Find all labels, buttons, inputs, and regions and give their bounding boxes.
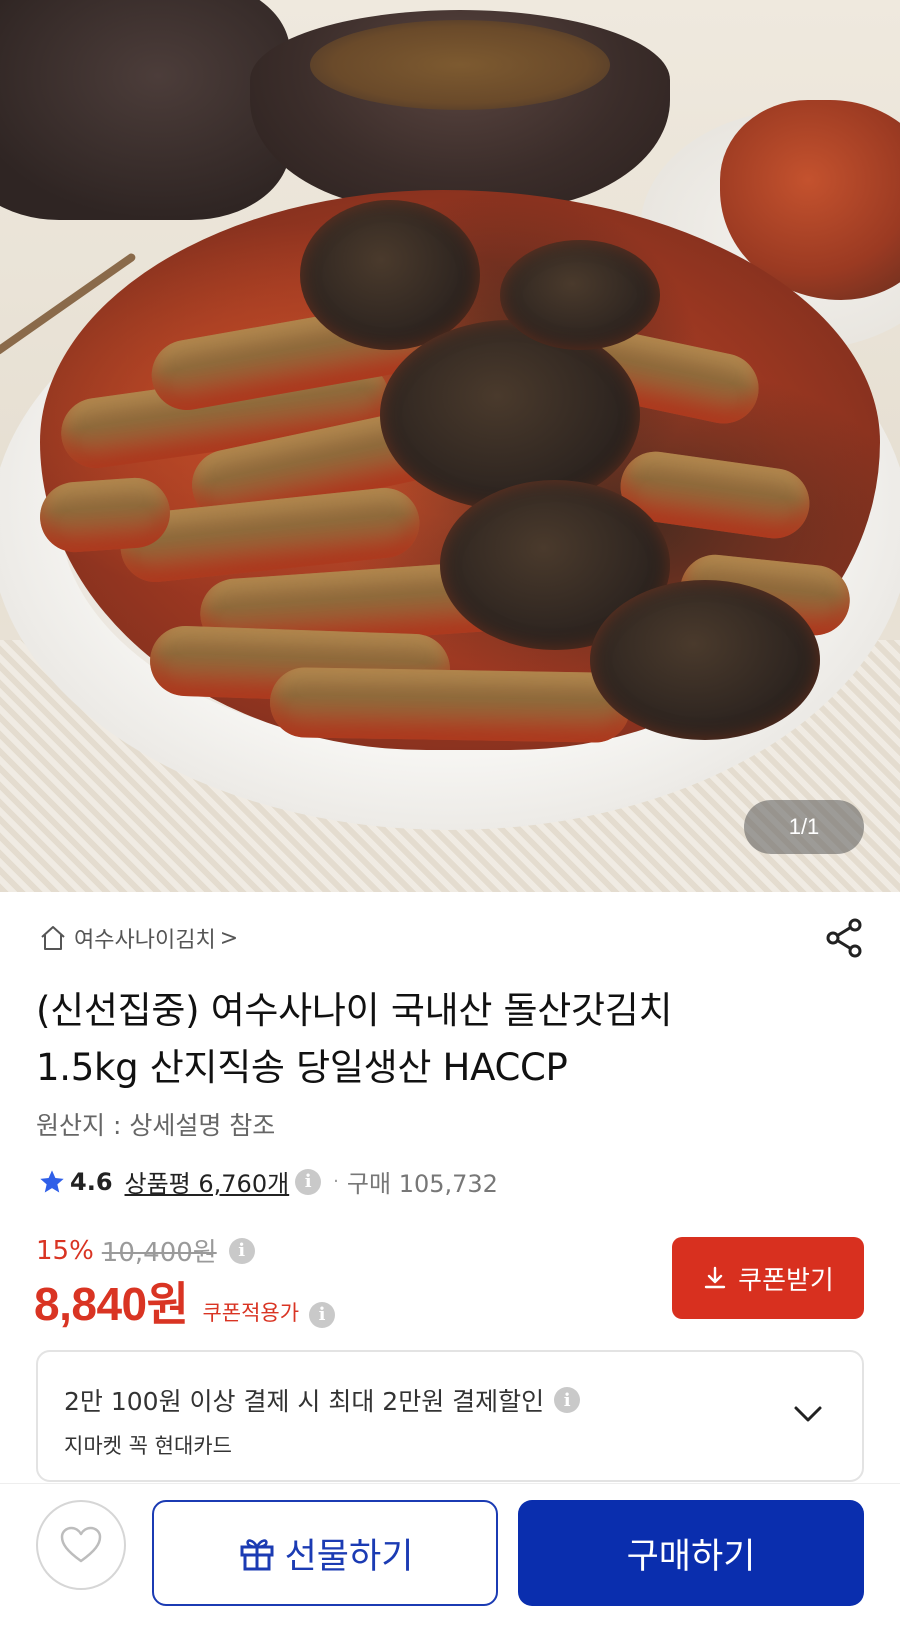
leaf-knot [500,240,660,350]
price-row: 8,840원 쿠폰적용가 i [34,1268,336,1334]
info-icon[interactable]: i [309,1301,336,1328]
share-icon[interactable] [822,916,866,960]
leaf-knot [380,320,640,510]
info-icon[interactable]: i [295,1168,322,1195]
kimchi-stem [269,666,631,744]
buy-button[interactable]: 구매하기 [518,1500,864,1606]
promo-headline: 2만 100원 이상 결제 시 최대 2만원 결제할인 [64,1387,545,1416]
buy-label: 구매하기 [626,1536,756,1577]
leaf-knot [300,200,480,350]
coupon-price-note: 쿠폰적용가 [202,1301,300,1325]
origin-info: 원산지 : 상세설명 참조 [36,1111,276,1140]
promo-card-name: 지마켓 꼭 현대카드 [64,1434,232,1458]
gift-icon [240,1539,274,1571]
product-title-line2: 1.5kg 산지직송 당일생산 HACCP [36,1046,568,1089]
rating-score: 4.6 [70,1167,113,1196]
heart-icon [60,1526,102,1563]
info-icon[interactable]: i [228,1237,255,1264]
sale-price: 8,840원 [34,1278,189,1330]
background-kimchi-pot [250,10,670,210]
home-icon [41,926,65,950]
separator-dot: · [333,1171,339,1192]
store-name: 여수사나이김치 [74,928,216,953]
original-price: 10,400원 [101,1238,217,1268]
product-title: (신선집중) 여수사나이 국내산 돌산갓김치 1.5kg 산지직송 당일생산 H… [36,982,856,1096]
chevron-down-icon[interactable] [790,1402,826,1426]
wishlist-button[interactable] [36,1500,126,1590]
get-coupon-label: 쿠폰받기 [738,1265,834,1296]
download-icon [704,1266,726,1289]
leaf-knot [590,580,820,740]
rating-row: 4.6 상품평 6,760개 i · 구매 105,732 [38,1164,498,1199]
star-icon [40,1169,64,1192]
discount-rate: 15% [36,1235,94,1266]
discount-row: 15% 10,400원 i [36,1232,255,1269]
image-counter: 1/1 [744,800,864,854]
bottom-action-bar: 선물하기 구매하기 [0,1483,900,1625]
kimchi-stem [37,475,173,555]
product-image[interactable]: 1/1 [0,0,900,892]
promo-headline-row: 2만 100원 이상 결제 시 최대 2만원 결제할인 i [64,1382,581,1418]
background-pot-left [0,0,290,220]
product-title-line1: (신선집중) 여수사나이 국내산 돌산갓김치 [36,989,673,1032]
gift-label: 선물하기 [284,1536,414,1577]
info-icon[interactable]: i [554,1387,581,1413]
gift-button[interactable]: 선물하기 [152,1500,498,1606]
get-coupon-button[interactable]: 쿠폰받기 [672,1237,864,1319]
product-detail-page: 1/1 여수사나이김치 > (신선집중) 여수사나이 국내산 돌산갓김치 1.5… [0,0,900,1625]
chevron-right-icon: > [219,925,239,951]
store-link[interactable]: 여수사나이김치 > [38,922,238,954]
purchase-count: 구매 105,732 [346,1170,498,1198]
review-count-link[interactable]: 상품평 6,760개 [125,1164,290,1199]
card-discount-promo[interactable]: 2만 100원 이상 결제 시 최대 2만원 결제할인 i 지마켓 꼭 현대카드 [36,1350,864,1482]
